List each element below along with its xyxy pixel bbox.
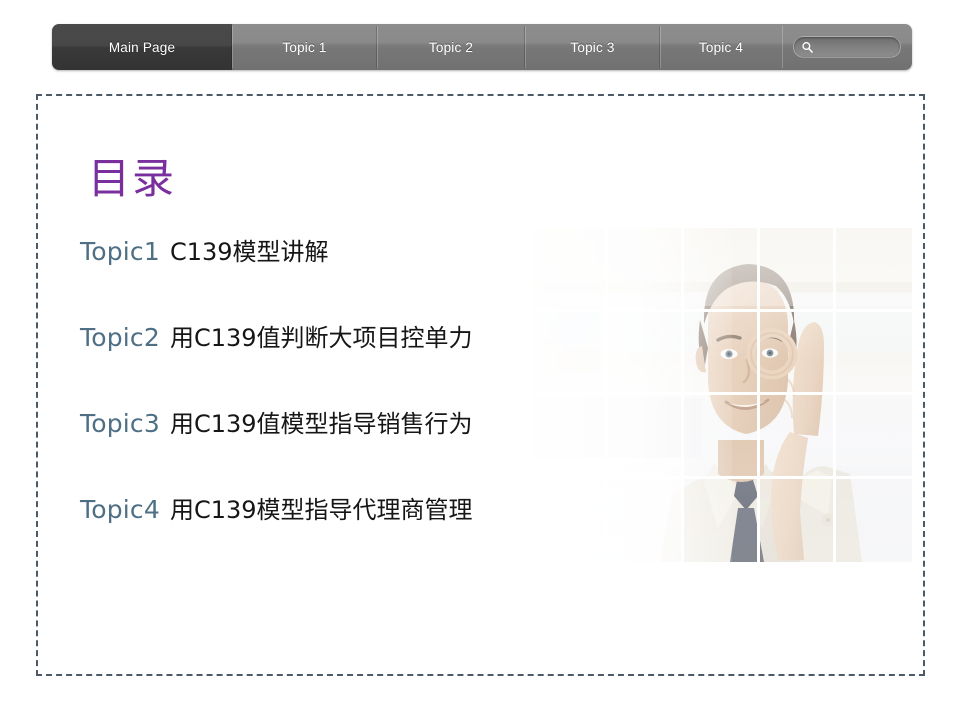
toc-item-key: Topic4: [80, 495, 160, 524]
businessman-ok-gesture-photo: [532, 228, 912, 562]
nav-tab-label: Main Page: [108, 39, 176, 55]
top-navigation-bar: Main Page Topic 1 Topic 2 Topic 3 Topic …: [52, 24, 912, 70]
slide-photo: [532, 228, 912, 562]
nav-tab-topic-2[interactable]: Topic 2: [376, 24, 525, 70]
nav-tab-label: Topic 4: [698, 39, 744, 55]
nav-tab-topic-4[interactable]: Topic 4: [659, 24, 782, 70]
toc-item-key: Topic2: [80, 323, 160, 352]
search-icon: [802, 41, 813, 53]
nav-search-cell: [782, 24, 912, 70]
list-item[interactable]: Topic2 用C139值判断大项目控单力: [80, 318, 520, 404]
search-box[interactable]: [793, 36, 901, 58]
list-item[interactable]: Topic4 用C139模型指导代理商管理: [80, 490, 520, 576]
nav-tab-topic-1[interactable]: Topic 1: [231, 24, 377, 70]
toc-item-value: C139模型讲解: [169, 238, 329, 266]
toc-item-value: 用C139值判断大项目控单力: [169, 324, 473, 352]
table-of-contents: Topic1 C139模型讲解 Topic2 用C139值判断大项目控单力 To…: [80, 232, 520, 576]
page-title: 目录: [88, 154, 177, 203]
nav-tab-topic-3[interactable]: Topic 3: [524, 24, 660, 70]
toc-item-value: 用C139值模型指导销售行为: [169, 410, 473, 438]
list-item[interactable]: Topic1 C139模型讲解: [80, 232, 520, 318]
toc-item-key: Topic1: [80, 237, 160, 266]
nav-tab-label: Topic 3: [570, 39, 615, 55]
toc-item-value: 用C139模型指导代理商管理: [169, 496, 473, 524]
list-item[interactable]: Topic3 用C139值模型指导销售行为: [80, 404, 520, 490]
nav-tab-label: Topic 2: [428, 39, 474, 55]
nav-tab-label: Topic 1: [282, 39, 327, 55]
toc-item-key: Topic3: [80, 409, 160, 438]
nav-tab-main-page[interactable]: Main Page: [52, 24, 232, 70]
